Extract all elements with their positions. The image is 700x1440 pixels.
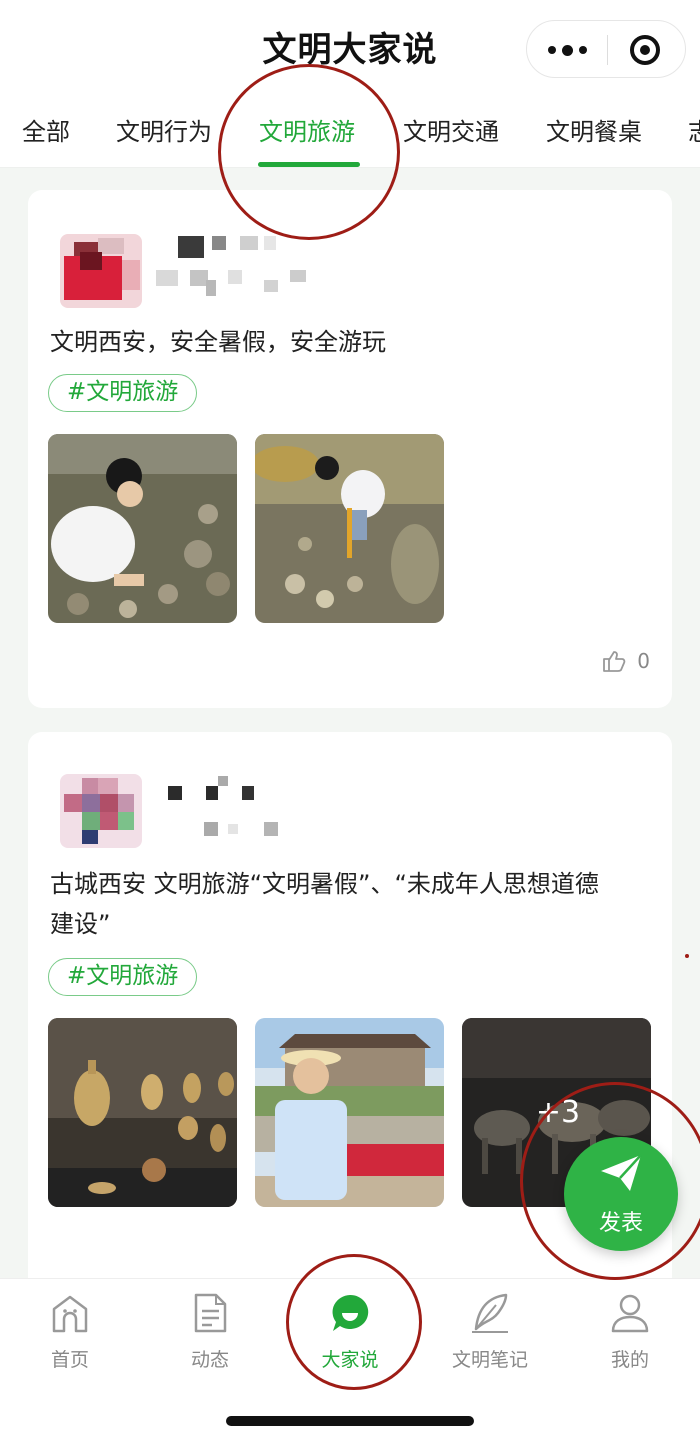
like-button[interactable]: 0: [601, 648, 650, 674]
username-redacted: [168, 786, 182, 800]
more-dot-icon: [578, 46, 587, 54]
post-text-line: 建设”: [50, 910, 111, 938]
post-photo[interactable]: [255, 1018, 444, 1207]
photo-child-on-rocks: [255, 434, 444, 623]
nav-feed-label: 动态: [190, 1349, 229, 1371]
more-dot-icon: [547, 46, 556, 54]
feather-icon: [472, 1293, 508, 1333]
more-menu-button[interactable]: [527, 21, 607, 79]
post-card[interactable]: 文明西安，安全暑假，安全游玩 #文明旅游 0: [28, 190, 672, 708]
tab-civilized-traffic[interactable]: 文明交通: [403, 112, 499, 147]
annotation-circle: [286, 1254, 422, 1390]
post-photo[interactable]: [255, 434, 444, 623]
nav-home-label: 首页: [50, 1349, 89, 1371]
nav-home[interactable]: 首页: [0, 1279, 140, 1389]
nav-profile[interactable]: 我的: [560, 1279, 700, 1389]
post-text: 文明西安，安全暑假，安全游玩: [50, 328, 386, 356]
tab-all[interactable]: 全部: [22, 112, 70, 147]
annotation-circle: [520, 1082, 700, 1280]
timestamp-redacted: [206, 280, 216, 296]
post-photo[interactable]: [48, 434, 237, 623]
photo-museum-pottery: [48, 1018, 237, 1207]
timestamp-redacted: [290, 270, 306, 282]
home-icon: [52, 1295, 88, 1333]
more-dot-icon: [561, 44, 573, 56]
tab-civilized-dining[interactable]: 文明餐桌: [546, 112, 642, 147]
username-redacted: [212, 236, 226, 250]
avatar[interactable]: [60, 774, 142, 848]
avatar[interactable]: [60, 234, 142, 308]
post-text-line: 古城西安 文明旅游“文明暑假”、“未成年人思想道德: [50, 870, 599, 898]
annotation-dot: [685, 954, 689, 958]
timestamp-redacted: [264, 280, 278, 292]
nav-feed[interactable]: 动态: [140, 1279, 280, 1389]
timestamp-redacted: [204, 822, 218, 836]
username-redacted: [206, 786, 218, 800]
timestamp-redacted: [264, 822, 278, 836]
nav-notes[interactable]: 文明笔记: [420, 1279, 560, 1389]
thumbs-up-icon: [603, 651, 626, 672]
tab-civilized-behavior[interactable]: 文明行为: [116, 112, 212, 147]
photo-child-at-museum: [255, 1018, 444, 1207]
nav-profile-label: 我的: [610, 1349, 649, 1371]
annotation-circle: [218, 64, 400, 240]
home-indicator: [226, 1416, 474, 1426]
document-icon: [194, 1293, 227, 1333]
topic-tag[interactable]: #文明旅游: [48, 958, 198, 996]
username-redacted: [178, 236, 204, 258]
timestamp-redacted: [228, 824, 238, 834]
username-redacted: [218, 776, 228, 786]
topic-tag[interactable]: #文明旅游: [48, 374, 198, 412]
username-redacted: [240, 236, 258, 250]
photo-child-by-stream: [48, 434, 237, 623]
timestamp-redacted: [228, 270, 242, 284]
username-redacted: [264, 236, 276, 250]
username-redacted: [242, 786, 254, 800]
post-photo[interactable]: [48, 1018, 237, 1207]
tab-volunteer[interactable]: 志: [688, 112, 700, 147]
timestamp-redacted: [156, 270, 178, 286]
capsule-divider: [607, 35, 608, 65]
close-miniprogram-button[interactable]: [630, 35, 660, 65]
user-icon: [611, 1294, 649, 1333]
like-count: 0: [637, 649, 650, 673]
miniprogram-capsule: [526, 20, 686, 78]
nav-notes-label: 文明笔记: [451, 1349, 528, 1371]
